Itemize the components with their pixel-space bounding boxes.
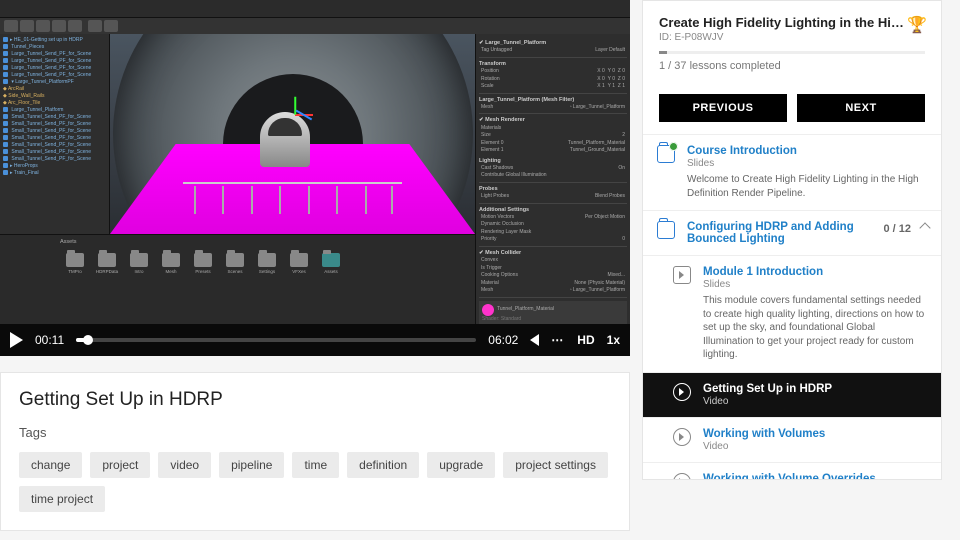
play-circle-icon xyxy=(673,473,691,481)
asset-folder: TMPro xyxy=(64,253,86,274)
asset-folder: VFXes xyxy=(288,253,310,274)
asset-folder: Scenes xyxy=(224,253,246,274)
unity-project-panel: Assets TMPro HDRPData Intro Mesh Presets Scen… xyxy=(0,234,475,324)
video-player: ▸ HE_01-Getting set up in HDRP Tunnel_Pi… xyxy=(0,0,630,356)
module-count: 0 / 12 xyxy=(883,223,911,235)
tags-label: Tags xyxy=(19,425,611,440)
asset-folder: Presets xyxy=(192,253,214,274)
tag[interactable]: video xyxy=(158,452,211,478)
video-controls: 00:11 06:02 ⋯ HD 1x xyxy=(0,324,630,356)
unity-inspector-panel: ✔ Large_Tunnel_Platform Tag UntaggedLaye… xyxy=(475,34,630,324)
tag[interactable]: pipeline xyxy=(219,452,284,478)
folder-check-icon xyxy=(657,145,675,163)
tag[interactable]: project settings xyxy=(503,452,608,478)
tag-row: change project video pipeline time definition… xyxy=(19,452,611,512)
play-icon[interactable] xyxy=(10,332,23,348)
tag[interactable]: project xyxy=(90,452,150,478)
slides-icon xyxy=(673,266,691,284)
more-icon[interactable]: ⋯ xyxy=(551,333,565,347)
lessons-complete: 1 / 37 lessons completed xyxy=(659,60,925,72)
lesson-title: Getting Set Up in HDRP xyxy=(19,389,611,411)
tag[interactable]: definition xyxy=(347,452,419,478)
previous-button[interactable]: PREVIOUS xyxy=(659,94,787,122)
next-button[interactable]: NEXT xyxy=(797,94,925,122)
trophy-icon: 🏆 xyxy=(907,15,927,35)
tag[interactable]: upgrade xyxy=(427,452,495,478)
play-circle-icon xyxy=(673,428,691,446)
section-module1-intro[interactable]: Module 1 Introduction Slides This module… xyxy=(643,255,941,372)
progress-bar[interactable] xyxy=(76,338,476,342)
course-outline-panel: Create High Fidelity Lighting in the Hig… xyxy=(642,0,942,480)
asset-folder: Intro xyxy=(128,253,150,274)
asset-folder: Settings xyxy=(256,253,278,274)
video-viewport: ▸ HE_01-Getting set up in HDRP Tunnel_Pi… xyxy=(0,0,630,324)
folder-icon xyxy=(657,221,675,239)
unity-menubar xyxy=(0,0,630,18)
speed-label[interactable]: 1x xyxy=(607,333,620,347)
current-time: 00:11 xyxy=(35,333,64,347)
unity-hierarchy-panel: ▸ HE_01-Getting set up in HDRP Tunnel_Pi… xyxy=(0,34,110,234)
volume-icon[interactable] xyxy=(530,334,539,346)
asset-folder: HDRPData xyxy=(96,253,118,274)
tag[interactable]: time xyxy=(292,452,339,478)
section-current-lesson[interactable]: Getting Set Up in HDRP Video xyxy=(643,372,941,417)
section-working-volumes[interactable]: Working with Volumes Video xyxy=(643,417,941,462)
tag[interactable]: change xyxy=(19,452,82,478)
course-title: Create High Fidelity Lighting in the Hig… xyxy=(659,15,925,30)
section-volume-overrides[interactable]: Working with Volume Overrides Video xyxy=(643,462,941,481)
duration: 06:02 xyxy=(488,333,518,347)
quality-label[interactable]: HD xyxy=(577,333,594,347)
tag[interactable]: time project xyxy=(19,486,105,512)
play-circle-icon xyxy=(673,383,691,401)
section-module-header[interactable]: Configuring HDRP and Adding Bounced Ligh… xyxy=(643,210,941,255)
course-progress-bar xyxy=(659,51,925,54)
lesson-info-card: Getting Set Up in HDRP Tags change projec… xyxy=(0,372,630,531)
unity-toolbar xyxy=(0,18,630,34)
section-course-intro[interactable]: Course Introduction Slides Welcome to Cr… xyxy=(643,134,941,210)
unity-scene-view xyxy=(110,34,475,234)
asset-folder: Mesh xyxy=(160,253,182,274)
asset-folder: Assets xyxy=(320,253,342,274)
course-id: ID: E-P08WJV xyxy=(659,32,925,43)
